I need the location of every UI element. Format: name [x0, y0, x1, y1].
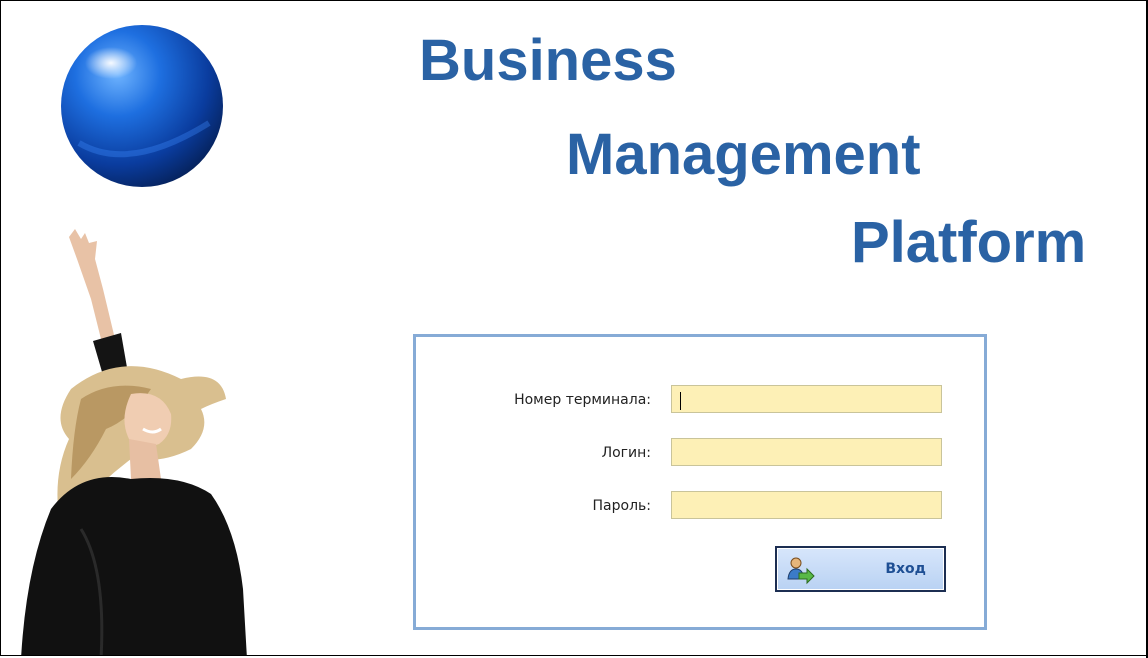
password-input[interactable] — [671, 491, 942, 519]
text-caret — [680, 392, 681, 410]
title-business: Business — [419, 28, 677, 93]
terminal-number-input[interactable] — [671, 385, 942, 413]
woman-reaching-up-photo — [21, 229, 247, 655]
title-platform: Platform — [851, 210, 1087, 275]
terminal-number-label: Номер терминала: — [514, 392, 651, 408]
title-management: Management — [566, 122, 921, 187]
login-button[interactable]: Вход — [775, 546, 946, 592]
login-button-label: Вход — [885, 561, 926, 577]
password-label: Пароль: — [592, 498, 651, 514]
blue-sphere-logo — [61, 25, 223, 187]
user-login-icon — [787, 557, 815, 585]
login-page: Business Management Platform Номер терми… — [0, 0, 1146, 656]
login-form: Номер терминала: Логин: Пароль: Вход — [413, 334, 987, 630]
login-input[interactable] — [671, 438, 942, 466]
login-label: Логин: — [601, 445, 651, 461]
